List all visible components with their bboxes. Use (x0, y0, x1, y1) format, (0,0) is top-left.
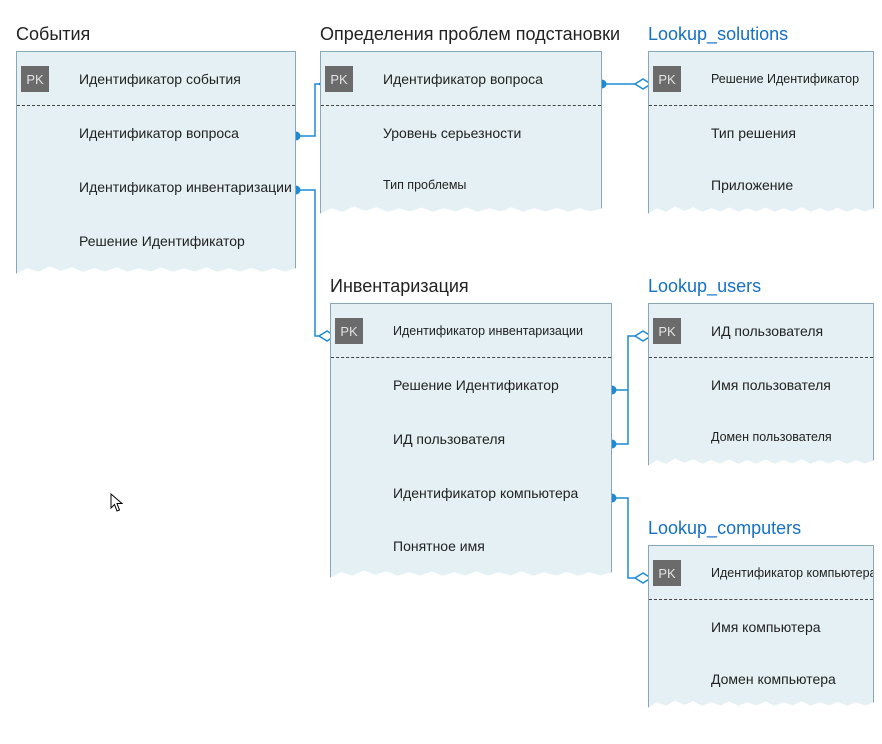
field-label: Идентификатор компьютера (685, 566, 873, 580)
field-label: Идентификатор компьютера (367, 485, 611, 501)
field-label: Тип решения (685, 125, 873, 141)
field-label: Решение Идентификатор (367, 377, 611, 393)
field-label: Домен пользователя (685, 430, 873, 444)
pk-badge: PK (325, 66, 353, 92)
field-label: Имя пользователя (685, 377, 873, 393)
field-label: Тип проблемы (357, 178, 601, 192)
field-label: Решение Идентификатор (53, 233, 295, 249)
field-label: Решение Идентификатор (685, 72, 873, 86)
pk-badge: PK (653, 66, 681, 92)
field-label: ИД пользователя (685, 323, 873, 339)
table-title[interactable]: Lookup_computers (648, 518, 874, 539)
table-users[interactable]: Lookup_users PK ИД пользователя Имя поль… (648, 276, 874, 471)
pk-badge: PK (653, 318, 681, 344)
table-title: Инвентаризация (330, 276, 612, 297)
field-label: Идентификатор вопроса (357, 71, 601, 87)
field-label: Идентификатор вопроса (53, 125, 295, 141)
field-label: Уровень серьезности (357, 125, 601, 141)
field-label: Идентификатор события (53, 71, 295, 87)
field-label: Приложение (685, 177, 873, 193)
diagram-canvas: События PK Идентификатор события Идентиф… (0, 0, 882, 744)
pk-badge: PK (335, 318, 363, 344)
table-issues[interactable]: Определения проблем подстановки PK Идент… (320, 24, 602, 219)
pk-badge: PK (653, 560, 681, 586)
table-title[interactable]: Lookup_users (648, 276, 874, 297)
field-label: Домен компьютера (685, 671, 873, 687)
field-label: Имя компьютера (685, 619, 873, 635)
table-solutions[interactable]: Lookup_solutions PK Решение Идентификато… (648, 24, 874, 219)
field-label: Идентификатор инвентаризации (367, 324, 611, 338)
table-events[interactable]: События PK Идентификатор события Идентиф… (16, 24, 296, 279)
mouse-cursor-icon (110, 493, 124, 513)
table-title: Определения проблем подстановки (320, 24, 602, 45)
field-label: ИД пользователя (367, 431, 611, 447)
table-inventory[interactable]: Инвентаризация PK Идентификатор инвентар… (330, 276, 612, 583)
field-label: Идентификатор инвентаризации (53, 179, 295, 195)
pk-badge: PK (21, 66, 49, 92)
table-computers[interactable]: Lookup_computers PK Идентификатор компью… (648, 518, 874, 713)
table-title[interactable]: Lookup_solutions (648, 24, 874, 45)
field-label: Понятное имя (367, 538, 611, 554)
table-title: События (16, 24, 296, 45)
